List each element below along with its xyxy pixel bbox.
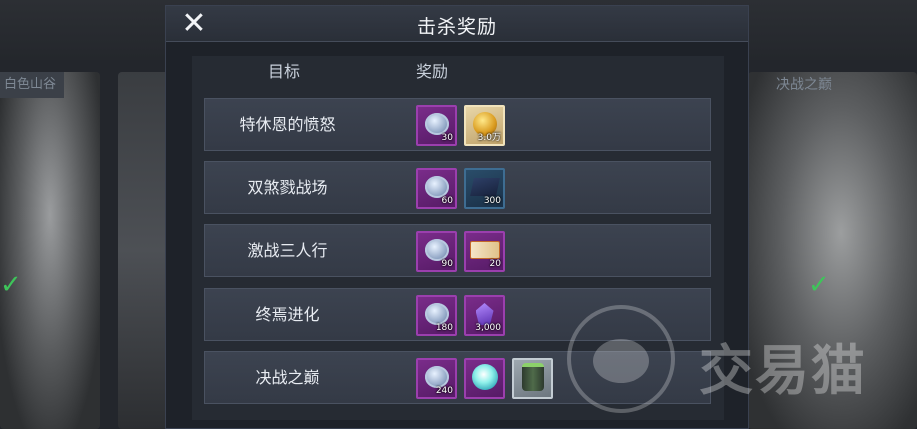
- reward-item[interactable]: 60: [416, 168, 457, 209]
- reward-items: 180 3,000: [416, 295, 505, 336]
- reward-qty: 60: [441, 196, 453, 206]
- reward-qty: 90: [441, 259, 453, 269]
- reward-item[interactable]: 3.0万: [464, 105, 505, 146]
- goal-name: 终焉进化: [255, 305, 320, 324]
- goal-name: 特休恩的愤怒: [239, 115, 336, 134]
- watermark-text: 交易猫: [699, 339, 867, 402]
- blue-cube-icon: [469, 178, 500, 197]
- cyan-gem-icon: [471, 364, 498, 391]
- check-icon: ✓: [808, 270, 830, 300]
- goal-name: 双煞戮战场: [247, 178, 328, 197]
- reward-item[interactable]: [464, 358, 505, 399]
- watermark-logo-icon: [567, 305, 675, 413]
- reward-qty: 20: [489, 259, 501, 269]
- canister-icon: [521, 363, 544, 392]
- silver-coin-icon: [424, 303, 449, 326]
- reward-item[interactable]: 20: [464, 231, 505, 272]
- silver-coin-icon: [424, 113, 449, 136]
- reward-item[interactable]: 300: [464, 168, 505, 209]
- reward-items: 60 300: [416, 168, 505, 209]
- table-row: 双煞戮战场 60 300: [204, 161, 711, 214]
- reward-item[interactable]: 240: [416, 358, 457, 399]
- silver-coin-icon: [424, 239, 449, 262]
- left-map-label: 白色山谷: [0, 72, 64, 98]
- reward-qty: 180: [435, 323, 453, 333]
- reward-items: 30 3.0万: [416, 105, 505, 146]
- reward-qty: 30: [441, 133, 453, 143]
- panel-title: 击杀奖励: [416, 16, 497, 38]
- reward-item[interactable]: [512, 358, 553, 399]
- silver-coin-icon: [424, 366, 449, 389]
- reward-qty: 3,000: [475, 323, 501, 333]
- panel-header: ✕ 击杀奖励: [166, 6, 748, 42]
- silver-coin-icon: [424, 176, 449, 199]
- column-header-goal: 目标: [268, 62, 301, 81]
- table-row: 激战三人行 90 20: [204, 224, 711, 277]
- reward-qty: 300: [483, 196, 501, 206]
- reward-items: 90 20: [416, 231, 505, 272]
- table-row: 特休恩的愤怒 30 3.0万: [204, 98, 711, 151]
- ticket-icon: [469, 241, 500, 260]
- reward-item[interactable]: 3,000: [464, 295, 505, 336]
- reward-item[interactable]: 90: [416, 231, 457, 272]
- reward-qty: 3.0万: [477, 133, 501, 143]
- reward-item[interactable]: 180: [416, 295, 457, 336]
- right-map-label: 决战之巅: [776, 77, 832, 93]
- reward-qty: 240: [435, 386, 453, 396]
- column-header-reward: 奖励: [416, 62, 449, 81]
- left-map-card[interactable]: [0, 72, 100, 429]
- check-icon: ✓: [0, 270, 22, 300]
- goal-name: 激战三人行: [247, 241, 328, 260]
- purple-crystal-icon: [475, 303, 494, 326]
- cat-face-icon: [593, 339, 649, 383]
- goal-name: 决战之巅: [255, 368, 320, 387]
- reward-items: 240: [416, 358, 553, 399]
- reward-item[interactable]: 30: [416, 105, 457, 146]
